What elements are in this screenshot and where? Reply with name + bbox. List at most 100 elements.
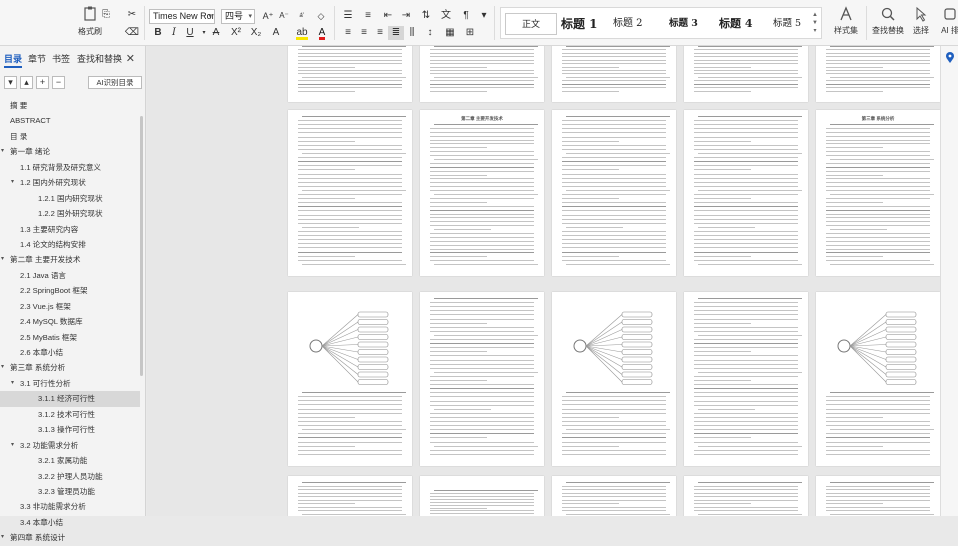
page-thumbnail[interactable] — [420, 476, 544, 516]
page-thumbnail[interactable] — [684, 110, 808, 276]
gallery-scroll[interactable]: ▲ ▼ ▾ — [811, 11, 819, 35]
toc-item[interactable]: 2.3 Vue.js 框架 — [0, 299, 140, 314]
tab-bookmarks[interactable]: 书签 — [52, 52, 70, 65]
close-icon[interactable]: ✕ — [126, 52, 135, 65]
toc-item[interactable]: 2.4 MySQL 数据库 — [0, 314, 140, 329]
toc-item[interactable]: 2.2 SpringBoot 框架 — [0, 283, 140, 298]
ai-toc-button[interactable]: AI识别目录 — [88, 76, 142, 89]
page-thumbnail[interactable] — [816, 476, 940, 516]
toc-item[interactable]: ABSTRACT — [0, 113, 140, 128]
style-heading-2[interactable]: 标题 2 — [613, 13, 643, 35]
page-thumbnail[interactable] — [684, 476, 808, 516]
style-heading-5[interactable]: 标题 5 — [773, 13, 801, 35]
text-effect-icon[interactable]: A — [268, 26, 284, 40]
toc-item[interactable]: 目 录 — [0, 129, 140, 144]
toc-item[interactable]: ▾ 1.2 国内外研究现状 — [0, 175, 140, 190]
superscript-icon[interactable]: X² — [228, 26, 244, 40]
toc-item[interactable]: 2.6 本章小结 — [0, 345, 140, 360]
toc-item[interactable]: 3.2.2 护理人员功能 — [0, 469, 140, 484]
expand-all-icon[interactable]: ▾ — [4, 76, 17, 89]
chevron-down-icon[interactable]: ▾ — [1, 530, 4, 545]
style-heading-4[interactable]: 标题 4 — [719, 13, 752, 35]
page-thumbnail[interactable] — [420, 292, 544, 466]
clear-icon[interactable]: ⌫ — [124, 26, 140, 40]
grow-font-icon[interactable]: A⁺ — [260, 9, 276, 23]
page-thumbnail[interactable] — [816, 46, 940, 102]
strikethrough-icon[interactable]: A — [208, 26, 224, 40]
toc-item[interactable]: 3.4 本章小结 — [0, 515, 140, 530]
tab-toc[interactable]: 目录 — [4, 52, 23, 68]
location-pin-icon[interactable] — [945, 52, 955, 64]
page-thumbnail[interactable] — [288, 110, 412, 276]
highlight-icon[interactable]: ab — [294, 26, 310, 40]
align-right-icon[interactable]: ≡ — [372, 26, 388, 40]
page-thumbnail[interactable] — [684, 46, 808, 102]
distribute-icon[interactable]: ⫼ — [404, 26, 420, 40]
chevron-down-icon[interactable]: ▾ — [11, 175, 14, 190]
page-thumbnail[interactable]: 第二章 主要开发技术 — [420, 110, 544, 276]
align-center-icon[interactable]: ≡ — [356, 26, 372, 40]
page-thumbnail[interactable] — [420, 46, 544, 102]
page-thumbnail[interactable] — [288, 46, 412, 102]
bullet-list-icon[interactable]: ☰ — [340, 9, 356, 23]
toc-item[interactable]: ▾ 第四章 系统设计 — [0, 530, 140, 545]
justify-icon[interactable]: ≣ — [388, 26, 404, 40]
page-thumbnail[interactable] — [288, 292, 412, 466]
cut-icon[interactable]: ✂ — [124, 8, 140, 22]
style-set-button[interactable]: 样式集 — [826, 4, 866, 42]
page-thumbnail[interactable] — [816, 292, 940, 466]
toc-item[interactable]: ▾ 第一章 绪论 — [0, 144, 140, 159]
chevron-down-icon[interactable]: ▾ — [1, 144, 4, 159]
shrink-font-icon[interactable]: A⁻ — [276, 9, 292, 23]
copy-icon[interactable]: ⎘ — [98, 8, 114, 22]
page-thumbnail[interactable] — [552, 46, 676, 102]
toc-item[interactable]: 3.2.3 管理员功能 — [0, 484, 140, 499]
borders-icon[interactable]: ⊞ — [462, 26, 478, 40]
toc-item[interactable]: ▾ 3.1 可行性分析 — [0, 376, 140, 391]
add-icon[interactable]: + — [36, 76, 49, 89]
toc-item[interactable]: 1.2.1 国内研究现状 — [0, 191, 140, 206]
page-thumbnail[interactable] — [684, 292, 808, 466]
toc-item[interactable]: 1.4 论文的结构安排 — [0, 237, 140, 252]
page-thumbnail[interactable] — [552, 476, 676, 516]
toc-item[interactable]: 2.1 Java 语言 — [0, 268, 140, 283]
font-size-select[interactable]: 四号 ▾ — [221, 9, 255, 24]
toc-item[interactable]: 3.3 非功能需求分析 — [0, 499, 140, 514]
collapse-all-icon[interactable]: ▴ — [20, 76, 33, 89]
toc-item[interactable]: ▾ 第二章 主要开发技术 — [0, 252, 140, 267]
font-color-icon[interactable]: A — [314, 26, 330, 40]
toc-item[interactable]: 3.2.1 家属功能 — [0, 453, 140, 468]
subscript-icon[interactable]: X₂ — [248, 26, 264, 40]
chevron-down-icon[interactable]: ▾ — [1, 360, 4, 375]
phonetic-icon[interactable]: ᵃ̈ — [293, 9, 309, 23]
toc-item[interactable]: 1.3 主要研究内容 — [0, 222, 140, 237]
style-normal[interactable]: 正文 — [505, 13, 557, 35]
chevron-down-icon[interactable]: ▾ — [11, 438, 14, 453]
chevron-down-icon[interactable]: ▾ — [1, 252, 4, 267]
align-left-icon[interactable]: ≡ — [340, 26, 356, 40]
tab-find-replace[interactable]: 查找和替换 — [77, 52, 122, 65]
page-thumbnail[interactable] — [552, 292, 676, 466]
sort-icon[interactable]: ⇅ — [418, 9, 434, 23]
numbered-list-icon[interactable]: ≡ — [360, 9, 376, 23]
toc-item[interactable]: 1.1 研究背景及研究意义 — [0, 160, 140, 175]
shading-icon[interactable]: ▦ — [442, 26, 458, 40]
remove-icon[interactable]: − — [52, 76, 65, 89]
show-marks-icon[interactable]: ¶ — [458, 9, 474, 23]
ai-button[interactable]: AI 排 — [938, 4, 958, 42]
page-thumbnail[interactable] — [288, 476, 412, 516]
chevron-down-icon[interactable]: ▾ — [11, 376, 14, 391]
select-button[interactable]: 选择 — [904, 4, 938, 42]
toc-item[interactable]: 3.1.1 经济可行性 — [0, 391, 140, 407]
toc-item[interactable]: 3.1.2 技术可行性 — [0, 407, 140, 422]
decrease-indent-icon[interactable]: ⇤ — [380, 9, 396, 23]
toc-item[interactable]: 1.2.2 国外研究现状 — [0, 206, 140, 221]
document-canvas[interactable]: 第二章 主要开发技术 第三章 系统分析 — [147, 46, 940, 516]
toc-item[interactable]: ▾ 3.2 功能需求分析 — [0, 438, 140, 453]
nav-scrollbar[interactable] — [140, 116, 143, 376]
toc-item[interactable]: ▾ 第三章 系统分析 — [0, 360, 140, 375]
chinese-layout-icon[interactable]: 文 — [438, 9, 454, 23]
bold-icon[interactable]: B — [150, 26, 166, 40]
tab-chapters[interactable]: 章节 — [28, 52, 46, 65]
line-spacing-icon[interactable]: ↕ — [422, 26, 438, 40]
